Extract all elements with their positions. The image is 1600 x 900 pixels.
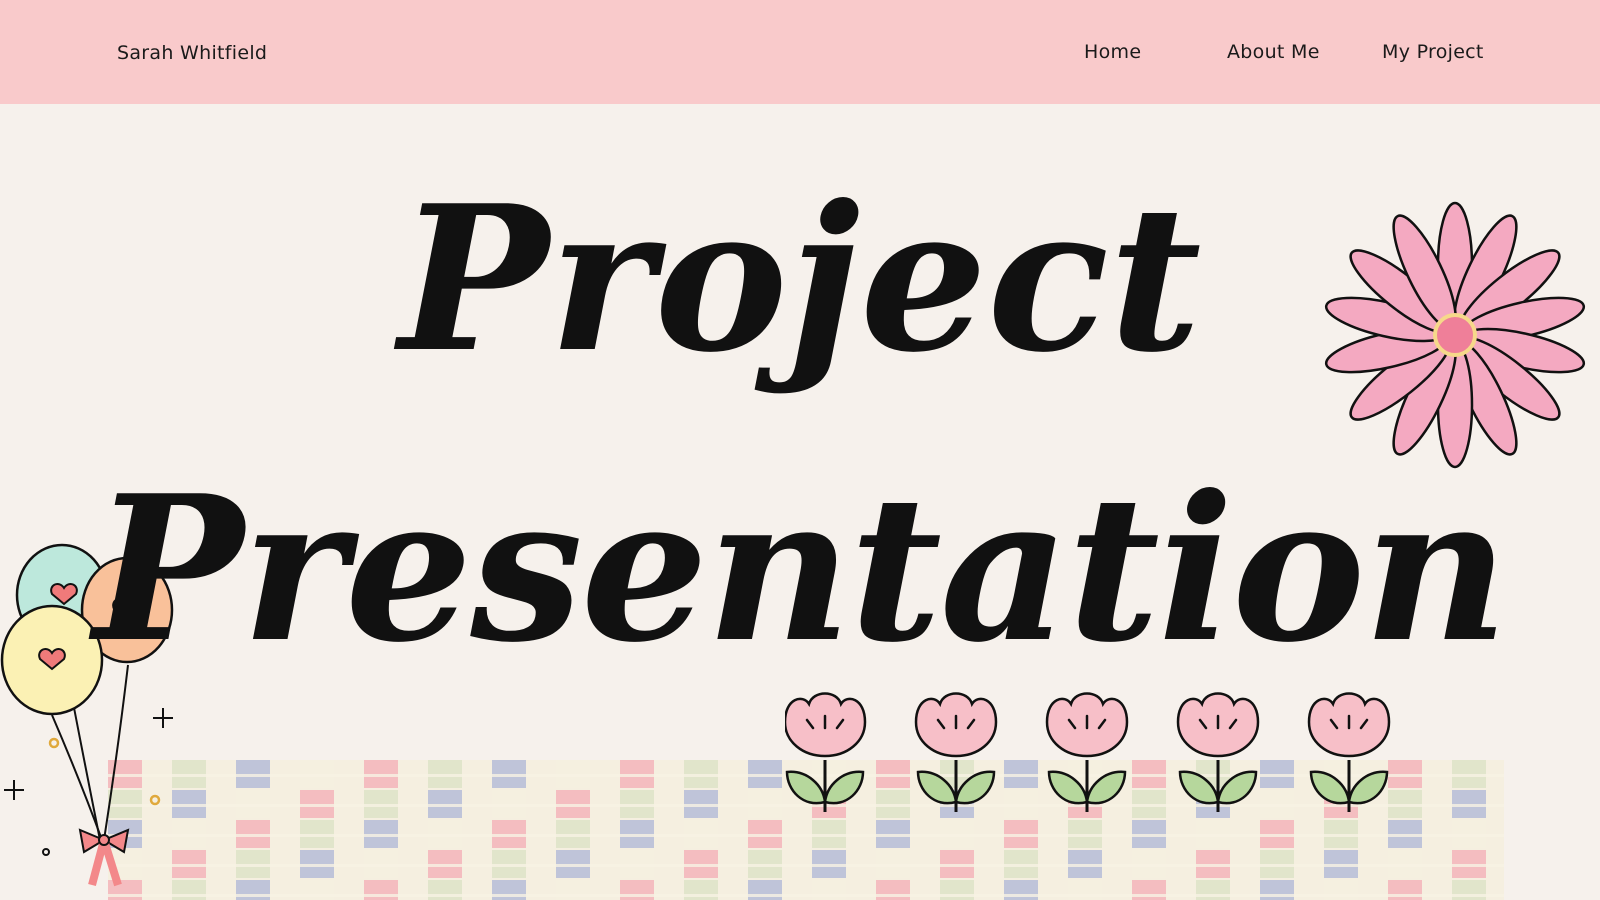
- nav-link-home[interactable]: Home: [1084, 41, 1141, 63]
- top-navigation-bar: Sarah Whitfield Home About Me My Project: [0, 0, 1600, 104]
- hero-title-line-2: Presentation: [93, 452, 1508, 687]
- hero-title-line-1: Project: [398, 162, 1202, 397]
- tulip-icon: [785, 692, 867, 812]
- tulip-icon: [1307, 692, 1391, 812]
- bow-icon: [78, 828, 130, 887]
- tulip-icon: [914, 692, 998, 812]
- brand-name[interactable]: Sarah Whitfield: [117, 42, 267, 64]
- tulip-icon: [1176, 692, 1260, 812]
- nav-link-about-me[interactable]: About Me: [1227, 41, 1320, 63]
- nav-link-my-project[interactable]: My Project: [1382, 41, 1484, 63]
- tulip-icon: [1045, 692, 1129, 812]
- tulip-row-decoration: [785, 692, 1391, 812]
